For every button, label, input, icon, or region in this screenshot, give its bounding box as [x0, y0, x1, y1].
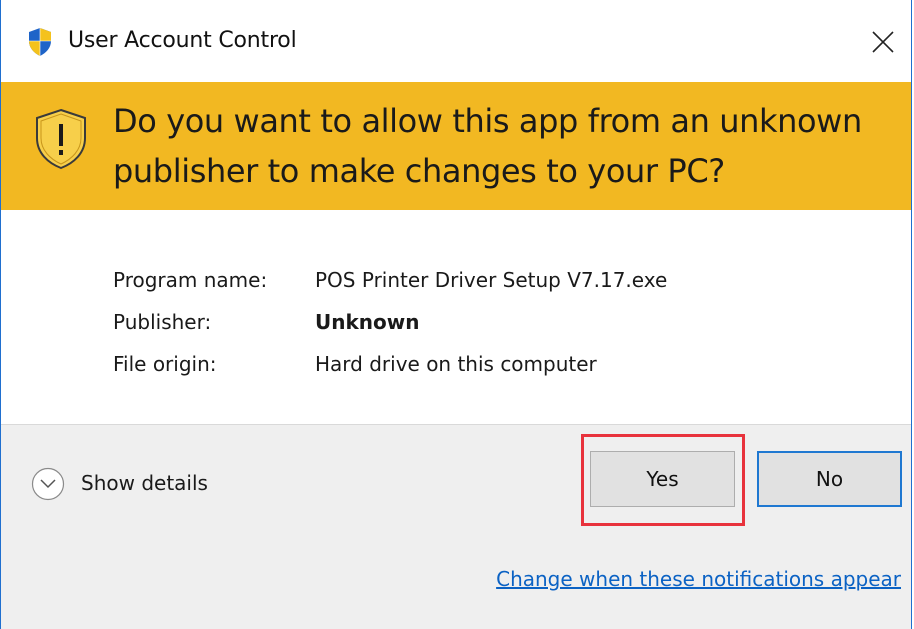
change-notifications-link[interactable]: Change when these notifications appear	[496, 567, 901, 591]
close-icon	[872, 31, 894, 53]
program-info: Program name: POS Printer Driver Setup V…	[1, 210, 911, 424]
title-bar: User Account Control	[1, 0, 911, 82]
dialog-footer: Show details Yes No Change when these no…	[1, 424, 911, 629]
uac-shield-icon	[29, 28, 51, 56]
program-name-value: POS Printer Driver Setup V7.17.exe	[315, 268, 668, 292]
publisher-value: Unknown	[315, 310, 420, 334]
warning-banner: Do you want to allow this app from an un…	[1, 82, 911, 210]
publisher-label: Publisher:	[113, 310, 212, 334]
close-button[interactable]	[863, 20, 903, 64]
chevron-down-icon	[31, 467, 65, 501]
file-origin-label: File origin:	[113, 352, 217, 376]
show-details-label: Show details	[81, 471, 208, 495]
window-title: User Account Control	[68, 28, 297, 53]
uac-dialog: User Account Control Do you want to allo…	[0, 0, 912, 629]
no-button[interactable]: No	[757, 451, 902, 507]
file-origin-value: Hard drive on this computer	[315, 352, 597, 376]
warning-shield-icon	[36, 108, 86, 170]
prompt-question: Do you want to allow this app from an un…	[113, 102, 862, 190]
yes-button[interactable]: Yes	[590, 451, 735, 507]
program-name-label: Program name:	[113, 268, 268, 292]
